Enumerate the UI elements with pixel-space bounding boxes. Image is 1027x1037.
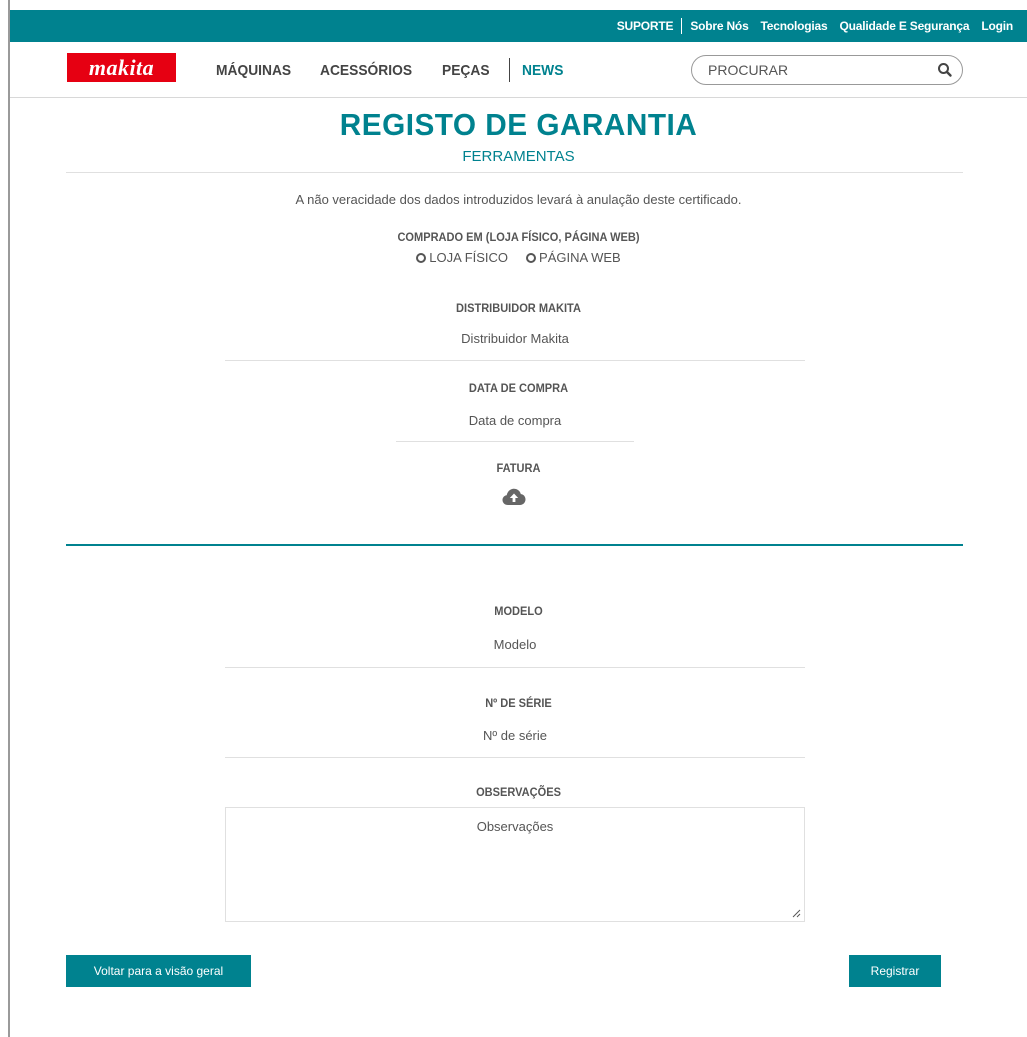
serie-input[interactable] — [225, 721, 805, 749]
search-box — [691, 55, 963, 85]
page-subtitle: FERRAMENTAS — [462, 148, 575, 165]
observacoes-label: OBSERVAÇÕES — [476, 785, 561, 799]
serie-field — [225, 721, 805, 758]
radio-circle-icon — [416, 252, 427, 263]
search-icon[interactable] — [936, 61, 954, 79]
observacoes-field — [225, 807, 805, 922]
makita-logo[interactable]: makita — [67, 53, 176, 82]
radio-web-label: PÁGINA WEB — [539, 250, 621, 265]
fatura-label: FATURA — [496, 461, 541, 475]
serie-label: Nº DE SÉRIE — [485, 696, 552, 710]
modelo-field — [225, 630, 805, 668]
header-divider — [66, 172, 963, 173]
top-link-suporte[interactable]: SUPORTE — [617, 19, 674, 33]
radio-pagina-web[interactable]: PÁGINA WEB — [526, 250, 621, 265]
notice-text: A não veracidade dos dados introduzidos … — [295, 192, 742, 207]
search-input[interactable] — [708, 61, 928, 79]
nav-separator — [509, 58, 511, 82]
resize-handle-icon[interactable] — [792, 909, 801, 918]
nav-item-acessorios[interactable]: ACESSÓRIOS — [320, 62, 412, 79]
data-compra-input[interactable] — [396, 406, 634, 434]
observacoes-textarea[interactable] — [226, 808, 804, 921]
modelo-input[interactable] — [225, 630, 805, 658]
radio-loja-label: LOJA FÍSICO — [429, 250, 509, 265]
distribuidor-input[interactable] — [225, 324, 805, 352]
top-link-separator — [681, 18, 683, 34]
page-title: REGISTO DE GARANTIA — [339, 107, 698, 142]
data-compra-field — [396, 406, 634, 442]
comprado-label: COMPRADO EM (LOJA FÍSICO, PÁGINA WEB) — [397, 230, 640, 244]
back-to-overview-button[interactable]: Voltar para a visão geral — [66, 955, 251, 987]
top-bar: SUPORTE Sobre Nós Tecnologias Qualidade … — [10, 10, 1027, 42]
top-link-tecnologias[interactable]: Tecnologias — [761, 19, 828, 33]
nav-item-pecas[interactable]: PEÇAS — [442, 62, 490, 79]
data-compra-label: DATA DE COMPRA — [468, 381, 569, 395]
top-links: SUPORTE Sobre Nós Tecnologias Qualidade … — [617, 10, 1013, 42]
nav-item-maquinas[interactable]: MÁQUINAS — [216, 62, 291, 79]
top-link-sobre[interactable]: Sobre Nós — [690, 19, 748, 33]
distribuidor-field — [225, 324, 805, 361]
purchase-radio-group: LOJA FÍSICO PÁGINA WEB — [10, 250, 1027, 265]
register-button[interactable]: Registrar — [849, 955, 941, 987]
logo-text: makita — [88, 54, 155, 80]
window-frame-top — [0, 0, 1027, 10]
nav-menu: MÁQUINAS ACESSÓRIOS PEÇAS NEWS — [216, 42, 589, 98]
radio-circle-icon — [526, 252, 537, 263]
top-link-login[interactable]: Login — [981, 19, 1013, 33]
cloud-upload-icon[interactable] — [502, 487, 526, 507]
main-nav: makita MÁQUINAS ACESSÓRIOS PEÇAS NEWS — [10, 42, 1027, 98]
window-frame-left — [0, 0, 10, 1037]
distribuidor-label: DISTRIBUIDOR MAKITA — [456, 301, 581, 315]
modelo-label: MODELO — [494, 604, 543, 618]
nav-item-news[interactable]: NEWS — [522, 62, 563, 79]
radio-loja-fisico[interactable]: LOJA FÍSICO — [416, 250, 508, 265]
section-divider — [66, 544, 963, 546]
top-link-qualidade[interactable]: Qualidade E Segurança — [839, 19, 969, 33]
